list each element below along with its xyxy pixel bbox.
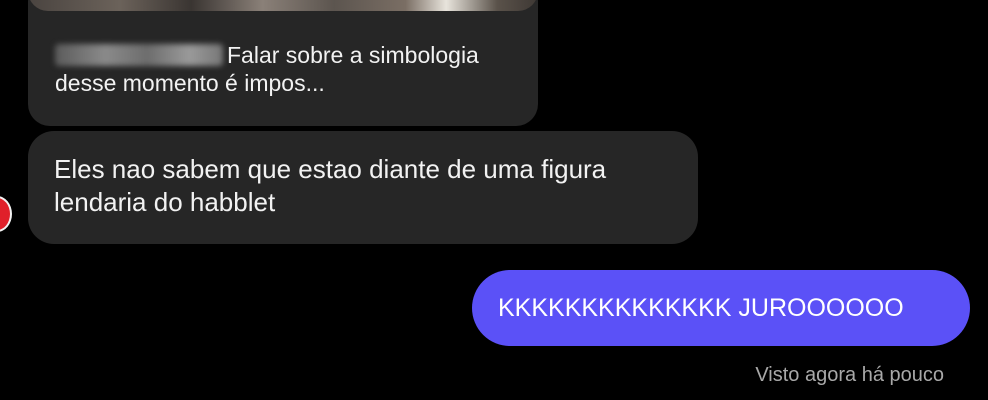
message-bubble-received[interactable]: Eles nao sabem que estao diante de uma f… [28,131,698,244]
seen-status: Visto agora há pouco [755,364,944,386]
shared-post-card[interactable]: Falar sobre a simbologia desse momento é… [28,0,538,126]
message-text: KKKKKKKKKKKKKK JUROOOOOO [498,294,904,322]
message-bubble-sent[interactable]: KKKKKKKKKKKKKK JUROOOOOO [472,270,970,346]
post-thumbnail-image[interactable] [28,0,538,11]
blurred-username [55,44,223,66]
post-caption: Falar sobre a simbologia desse momento é… [55,41,525,97]
message-text: Eles nao sabem que estao diante de uma f… [54,154,607,217]
sender-avatar[interactable] [0,196,12,232]
